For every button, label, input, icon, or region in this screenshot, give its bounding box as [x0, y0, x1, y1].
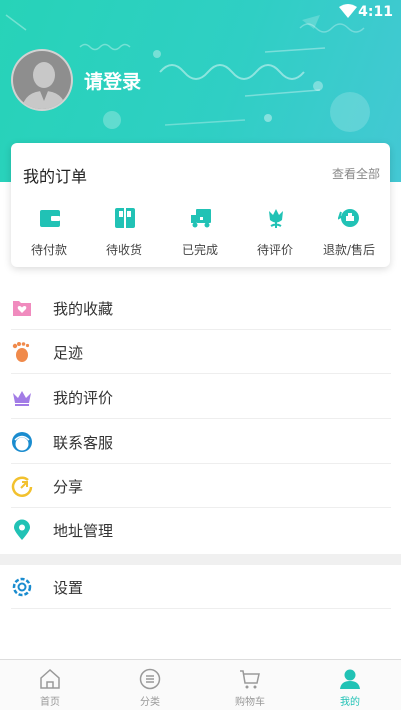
- order-item-completed[interactable]: 已完成: [162, 207, 238, 263]
- divider: [11, 608, 391, 609]
- menu-item-share[interactable]: 分享: [0, 464, 401, 508]
- menu-item-settings[interactable]: 设置: [0, 565, 401, 609]
- menu-item-label: 分享: [53, 478, 84, 496]
- order-item-pending-receipt[interactable]: 待收货: [86, 207, 162, 263]
- bottom-tab-bar: 首页 分类 购物车 我的: [0, 659, 401, 710]
- share-icon: [11, 476, 33, 497]
- category-icon: [139, 668, 161, 690]
- order-card-title: 我的订单: [23, 167, 88, 186]
- location-pin-icon: [14, 519, 30, 540]
- tab-home[interactable]: 首页: [0, 660, 100, 710]
- menu-item-label: 足迹: [53, 344, 84, 362]
- wifi-icon: [339, 4, 357, 18]
- menu-item-footprints[interactable]: 足迹: [0, 330, 401, 374]
- menu-item-label: 设置: [53, 579, 84, 597]
- tab-category[interactable]: 分类: [100, 660, 200, 710]
- order-item-label: 已完成: [181, 243, 218, 257]
- crown-icon: [13, 391, 31, 406]
- order-item-label: 待评价: [256, 243, 293, 257]
- menu-item-address[interactable]: 地址管理: [0, 508, 401, 552]
- menu-item-label: 我的评价: [53, 389, 114, 407]
- package-icon: [115, 208, 135, 228]
- divider: [11, 418, 391, 419]
- tab-label: 我的: [340, 697, 360, 708]
- order-item-pending-payment[interactable]: 待付款: [11, 207, 87, 263]
- menu-item-favorites[interactable]: 我的收藏: [0, 286, 401, 330]
- order-item-label: 退款/售后: [322, 243, 376, 257]
- menu-item-customer-service[interactable]: 联系客服: [0, 420, 401, 464]
- footprint-icon: [12, 342, 30, 362]
- tab-mine[interactable]: 我的: [300, 660, 400, 710]
- status-bar: 4:11: [0, 0, 401, 24]
- customer-service-icon: [12, 432, 32, 452]
- flower-icon: [269, 209, 283, 228]
- person-icon: [340, 669, 360, 689]
- status-time: 4:11: [358, 4, 393, 20]
- section-gap: [0, 554, 401, 565]
- order-item-label: 待付款: [30, 243, 67, 257]
- avatar[interactable]: [11, 49, 73, 111]
- order-card: 我的订单 查看全部 待付款 待收货 已完成 待评价 退款/售后: [11, 143, 390, 267]
- tab-label: 购物车: [235, 697, 265, 708]
- cart-icon: [240, 670, 260, 689]
- order-item-label: 待收货: [105, 243, 142, 257]
- gear-icon: [12, 577, 32, 597]
- wallet-icon: [40, 210, 60, 227]
- tab-cart[interactable]: 购物车: [200, 660, 300, 710]
- heart-folder-icon: [13, 301, 31, 316]
- tab-label: 分类: [140, 697, 160, 708]
- divider: [11, 373, 391, 374]
- menu-item-label: 地址管理: [53, 522, 114, 540]
- view-all-orders-link[interactable]: 查看全部: [332, 165, 380, 182]
- menu-item-label: 我的收藏: [53, 300, 114, 318]
- order-status-list: 待付款 待收货 已完成 待评价 退款/售后: [11, 207, 390, 263]
- refund-icon: [338, 209, 359, 227]
- truck-icon: [191, 209, 211, 228]
- order-item-pending-review[interactable]: 待评价: [237, 207, 313, 263]
- login-link[interactable]: 请登录: [84, 67, 141, 94]
- tab-label: 首页: [40, 697, 60, 708]
- home-icon: [40, 668, 60, 689]
- menu-item-label: 联系客服: [53, 434, 114, 452]
- menu-item-my-reviews[interactable]: 我的评价: [0, 375, 401, 419]
- order-item-refund[interactable]: 退款/售后: [309, 207, 389, 263]
